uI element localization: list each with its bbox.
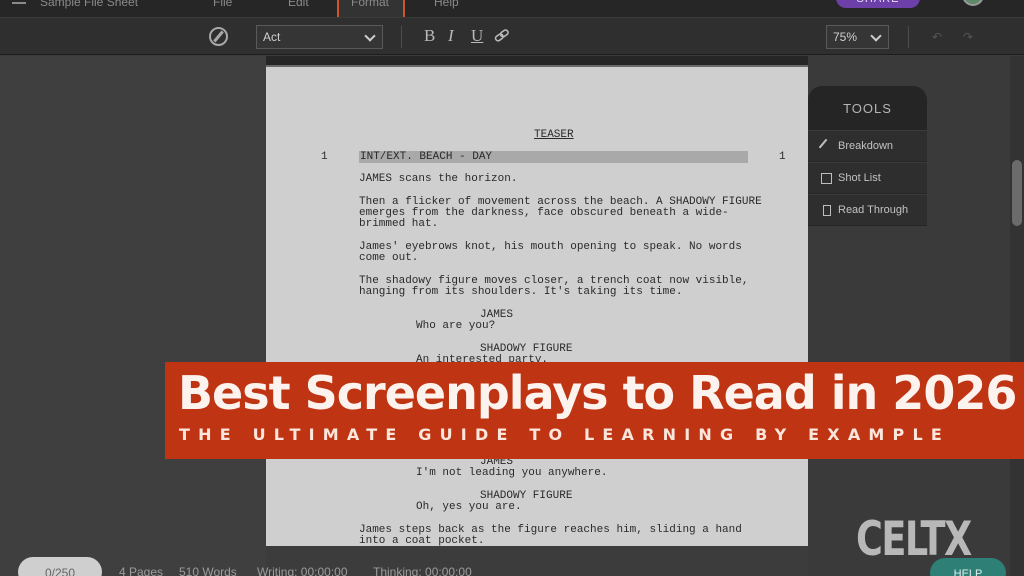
frame-icon (821, 173, 832, 184)
page-top-rule (266, 65, 808, 67)
page-count: 4 Pages (119, 565, 164, 576)
teaser-heading: TEASER (534, 129, 574, 141)
chevron-down-icon (364, 30, 376, 42)
script-page[interactable]: TEASER 1 INT/EXT. BEACH - DAY 1 JAMES sc… (266, 56, 808, 547)
toolbar-divider (908, 26, 909, 48)
action-line[interactable]: come out. (359, 253, 418, 264)
left-gutter (0, 56, 266, 576)
toolbar-divider (401, 26, 402, 48)
tools-title: TOOLS (843, 101, 892, 116)
scene-heading[interactable]: INT/EXT. BEACH - DAY (360, 152, 492, 163)
banner-title: Best Screenplays to Read in 2026 (178, 366, 1017, 420)
title-banner: Best Screenplays to Read in 2026 THE ULT… (165, 362, 1024, 459)
tool-label: Breakdown (838, 140, 894, 152)
hamburger-icon[interactable] (12, 0, 26, 4)
share-button[interactable]: SHARE (836, 0, 920, 8)
scene-number-left: 1 (321, 151, 328, 163)
zoom-value: 75% (833, 30, 858, 44)
underline-button[interactable]: U (471, 26, 483, 46)
tool-breakdown[interactable]: Breakdown (808, 130, 927, 161)
zoom-select[interactable]: 75% (826, 25, 889, 49)
action-line[interactable]: JAMES scans the horizon. (359, 174, 517, 185)
banner-subtitle: THE ULTIMATE GUIDE TO LEARNING BY EXAMPL… (179, 425, 950, 444)
link-icon[interactable] (494, 29, 509, 43)
help-button[interactable]: HELP (930, 558, 1006, 576)
element-type-value: Act (263, 30, 281, 44)
action-line[interactable]: into a coat pocket. (359, 536, 484, 547)
pen-icon (818, 138, 835, 155)
chevron-down-icon (870, 30, 882, 42)
avatar[interactable] (962, 0, 984, 6)
redo-icon[interactable]: ↷ (963, 30, 973, 44)
tool-label: Shot List (838, 172, 881, 184)
dialogue-line[interactable]: I'm not leading you anywhere. (416, 468, 607, 479)
tool-shot-list[interactable]: Shot List (808, 162, 927, 193)
menu-help[interactable]: Help (434, 0, 459, 9)
document-icon (823, 205, 831, 216)
character-counter: 0/250 (18, 557, 102, 576)
menu-format: Format (351, 0, 390, 9)
menu-edit[interactable]: Edit (288, 0, 309, 9)
undo-icon[interactable]: ↶ (932, 30, 942, 44)
scrollbar-thumb[interactable] (1012, 160, 1022, 226)
document-title: Sample File Sheet (40, 0, 139, 9)
italic-button[interactable]: I (448, 26, 454, 46)
tools-panel: TOOLS Breakdown Shot List Read Through (808, 86, 927, 226)
thinking-timer: Thinking: 00:00:00 (373, 565, 472, 576)
tool-read-through[interactable]: Read Through (808, 194, 927, 225)
writing-timer: Writing: 00:00:00 (257, 565, 348, 576)
page-top-edge (266, 56, 808, 65)
dialogue-line[interactable]: Who are you? (416, 321, 495, 332)
dialogue-line[interactable]: Oh, yes you are. (416, 502, 522, 513)
scene-number-right: 1 (779, 151, 786, 163)
action-line[interactable]: brimmed hat. (359, 219, 438, 230)
menu-bar: Sample File Sheet File Edit Format Help … (0, 0, 1024, 24)
element-type-select[interactable]: Act (256, 25, 383, 49)
word-count: 510 Words (179, 565, 237, 576)
menu-file[interactable]: File (213, 0, 232, 9)
compass-icon[interactable] (209, 27, 228, 46)
action-line[interactable]: hanging from its shoulders. It's taking … (359, 287, 682, 298)
scrollbar-track[interactable] (1010, 56, 1024, 576)
format-toolbar: Act B I U 75% ↶ ↷ (0, 17, 1024, 55)
bold-button[interactable]: B (424, 26, 435, 46)
tool-label: Read Through (838, 204, 909, 216)
